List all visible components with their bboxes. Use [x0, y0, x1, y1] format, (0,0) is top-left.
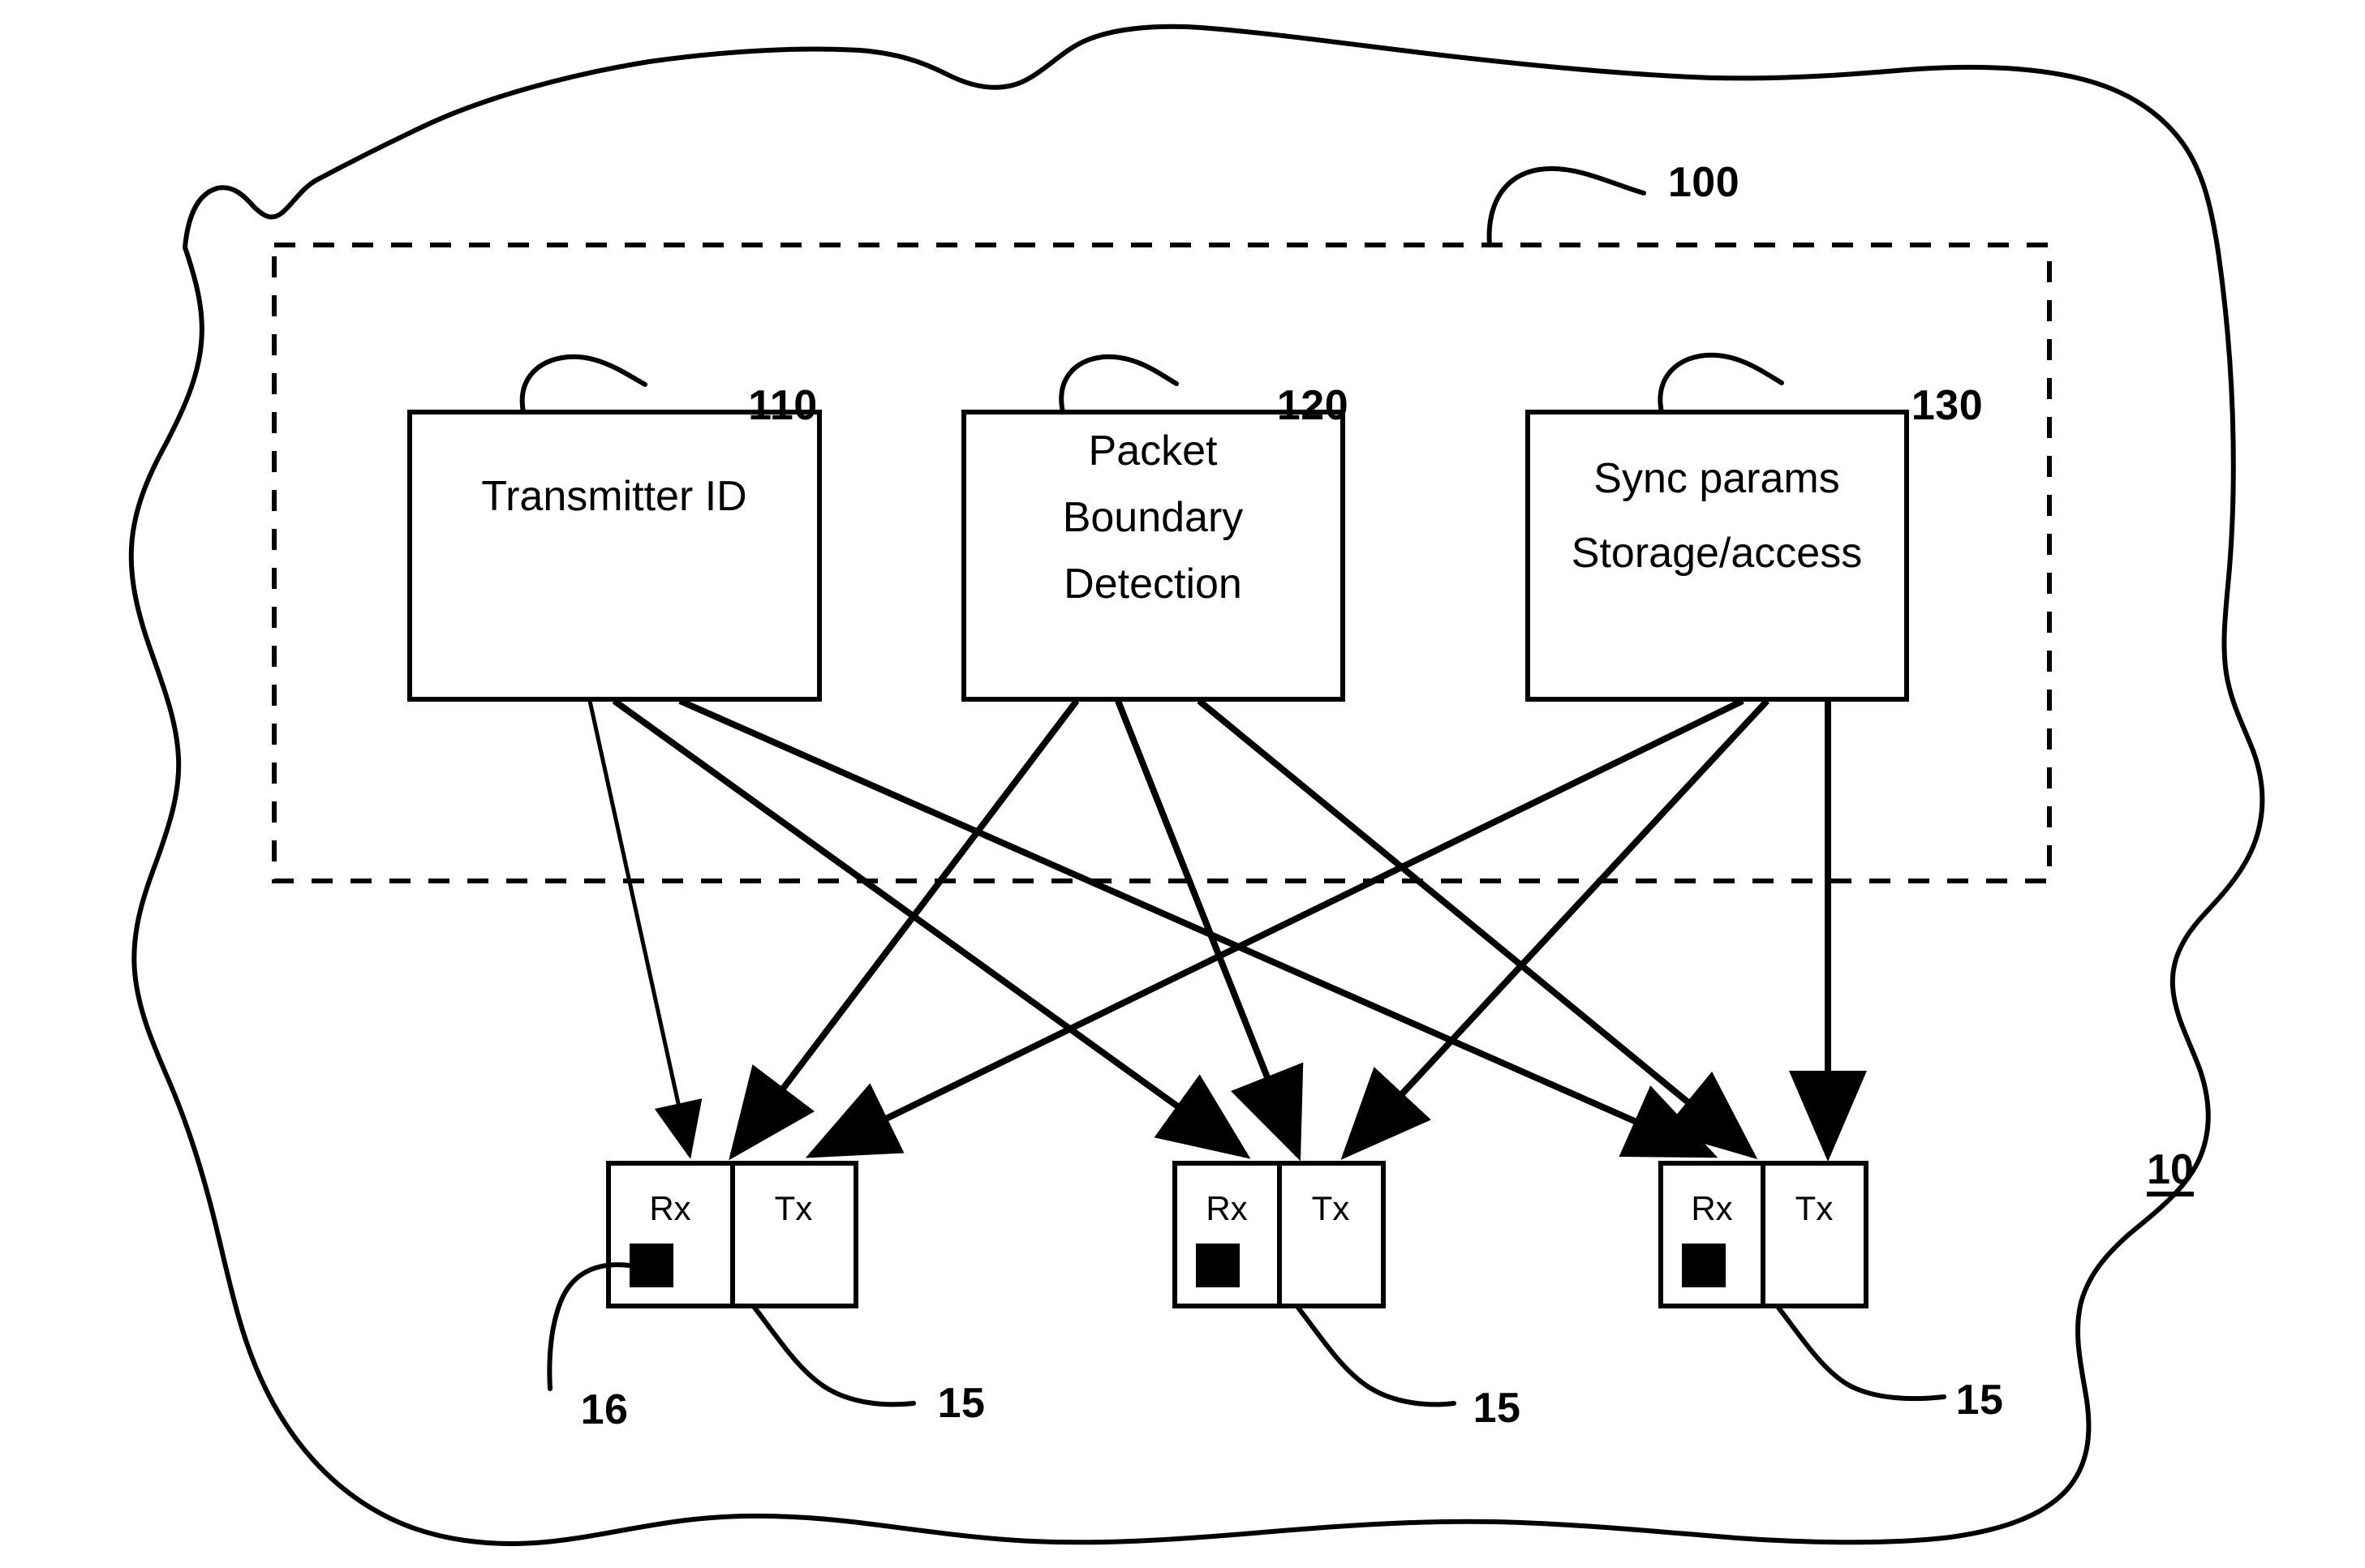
module-120-label-line-3: Detection	[1064, 561, 1242, 608]
node-2-antenna-icon	[1196, 1244, 1240, 1287]
node-2-tx-label: Tx	[1311, 1189, 1350, 1227]
reference-numeral-15-node-2: 15	[1473, 1385, 1521, 1432]
node-1-rx-label: Rx	[649, 1189, 691, 1227]
module-130-label-line-2: Storage/access	[1571, 530, 1863, 577]
node-1-antenna-icon	[630, 1244, 673, 1287]
leader-line-110	[519, 354, 647, 415]
node-1-tx-label: Tx	[774, 1189, 813, 1227]
reference-numeral-15-node-1: 15	[937, 1380, 986, 1427]
patent-figure: Transmitter ID Packet Boundary Detection…	[0, 0, 2365, 1568]
connection-110-to-node-1	[587, 700, 703, 1159]
node-3-rx-label: Rx	[1691, 1189, 1733, 1227]
reference-numeral-130: 130	[1911, 382, 1984, 429]
leader-line-120	[1059, 354, 1179, 415]
leader-line-15-node-3	[1776, 1305, 1946, 1402]
node-2-rx-label: Rx	[1206, 1189, 1248, 1227]
reference-numeral-110: 110	[748, 382, 818, 429]
module-110-label: Transmitter ID	[481, 473, 747, 520]
reference-numeral-100: 100	[1667, 159, 1740, 206]
module-120-label-line-1: Packet	[1088, 427, 1218, 475]
leader-line-15-node-2	[1296, 1305, 1456, 1407]
reference-numeral-120: 120	[1276, 382, 1349, 429]
system-boundary-outline	[128, 24, 2265, 1546]
reference-numeral-15-node-3: 15	[1955, 1377, 2004, 1424]
figure-vector-layer	[128, 24, 2265, 1546]
connection-110-to-node-2	[612, 698, 1251, 1159]
module-120-label-line-2: Boundary	[1062, 494, 1244, 541]
reference-numeral-16: 16	[580, 1386, 629, 1433]
leader-line-15-node-1	[752, 1305, 916, 1407]
reference-numeral-10: 10	[2147, 1146, 2194, 1193]
leader-line-100	[1486, 165, 1646, 247]
module-110-box	[407, 410, 822, 702]
connection-120-to-node-1	[729, 698, 1080, 1161]
module-130-label-line-1: Sync params	[1593, 455, 1840, 502]
node-3-antenna-icon	[1682, 1244, 1726, 1287]
node-3-tx-label: Tx	[1795, 1189, 1834, 1227]
leader-line-130	[1658, 352, 1784, 415]
